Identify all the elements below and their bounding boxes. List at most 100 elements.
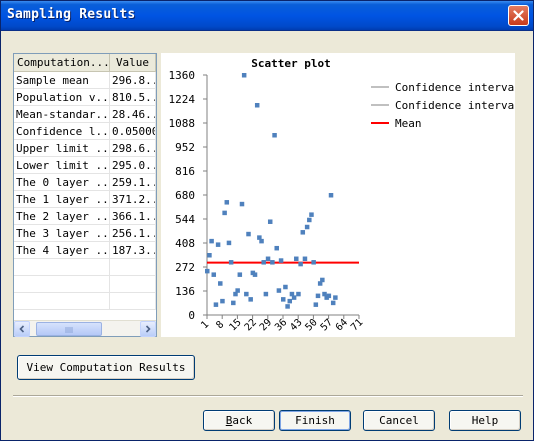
y-tick-label: 680 bbox=[175, 189, 195, 202]
data-point bbox=[224, 200, 230, 205]
computation-name-cell: The 1 layer ... bbox=[16, 191, 110, 207]
scroll-right-button[interactable] bbox=[140, 320, 156, 337]
value-cell bbox=[110, 293, 156, 309]
value-cell: 295.0... bbox=[110, 157, 156, 173]
data-point bbox=[237, 272, 243, 277]
value-cell bbox=[110, 259, 156, 275]
value-cell: 366.1... bbox=[110, 208, 156, 224]
data-point bbox=[265, 256, 271, 262]
data-point bbox=[302, 256, 308, 262]
table-row[interactable]: Confidence l... 0.05000 bbox=[14, 123, 156, 140]
x-tick-label: 15 bbox=[227, 317, 243, 333]
computation-name-cell: Sample mean bbox=[14, 72, 110, 88]
computation-name-cell: The 4 layer ... bbox=[16, 242, 110, 258]
data-point bbox=[207, 253, 212, 258]
y-tick-label: 272 bbox=[175, 261, 195, 274]
table-row[interactable] bbox=[14, 259, 156, 276]
window-title: Sampling Results bbox=[7, 7, 136, 22]
y-tick-label: 1360 bbox=[169, 69, 196, 82]
arrow-right-icon bbox=[145, 324, 151, 333]
title-bar[interactable]: Sampling Results bbox=[1, 1, 533, 31]
data-point bbox=[205, 268, 210, 274]
computation-name-cell bbox=[14, 259, 110, 275]
y-tick-label: 544 bbox=[175, 213, 195, 226]
back-button[interactable]: Back bbox=[203, 410, 275, 431]
y-tick-label: 1088 bbox=[169, 117, 196, 130]
table-row[interactable]: Sample mean296.8... bbox=[14, 72, 156, 89]
value-cell: 28.46... bbox=[110, 106, 156, 122]
data-point bbox=[309, 212, 314, 217]
x-tick-label: 36 bbox=[273, 317, 289, 333]
data-point bbox=[296, 291, 301, 297]
table-row[interactable]: Upper limit ...298.6... bbox=[14, 140, 156, 157]
data-point bbox=[213, 302, 219, 307]
horizontal-scrollbar[interactable] bbox=[14, 320, 156, 337]
table-row[interactable]: The 2 layer ...366.1... bbox=[14, 208, 156, 225]
table-row[interactable]: Population v...810.5... bbox=[14, 89, 156, 106]
column-header-value[interactable]: Value bbox=[110, 54, 156, 72]
column-header-computation[interactable]: Computation... bbox=[14, 54, 110, 72]
data-point bbox=[315, 293, 321, 299]
grip-icon bbox=[65, 326, 73, 333]
close-button[interactable] bbox=[508, 5, 529, 26]
data-point bbox=[311, 260, 316, 265]
table-row[interactable] bbox=[14, 276, 156, 293]
table-row[interactable]: The 0 layer ...259.1... bbox=[14, 174, 156, 191]
value-cell: 259.1... bbox=[110, 174, 156, 190]
data-point bbox=[228, 260, 234, 265]
back-label-rest: ack bbox=[232, 414, 253, 427]
legend-label: Confidence interval bbox=[395, 81, 515, 94]
table-row[interactable]: Lower limit ...295.0... bbox=[14, 157, 156, 174]
data-point bbox=[263, 291, 269, 297]
computation-name-cell bbox=[14, 276, 110, 292]
data-point bbox=[320, 277, 325, 283]
data-point bbox=[239, 201, 245, 207]
value-cell bbox=[110, 276, 156, 292]
view-computation-results-button[interactable]: View Computation Results bbox=[17, 355, 195, 380]
data-point bbox=[218, 281, 223, 286]
table-row[interactable]: Mean-standar...28.46... bbox=[14, 106, 156, 123]
data-point bbox=[252, 272, 258, 277]
computation-name-cell: Confidence l... bbox=[16, 123, 110, 139]
scroll-track[interactable] bbox=[30, 321, 140, 337]
y-tick-label: 816 bbox=[175, 165, 195, 178]
data-point bbox=[294, 256, 299, 262]
computation-name-cell: The 2 layer ... bbox=[16, 208, 110, 224]
back-accelerator: B bbox=[225, 414, 233, 427]
data-point bbox=[333, 295, 338, 300]
help-button[interactable]: Help bbox=[449, 410, 521, 431]
x-tick-label: 64 bbox=[334, 317, 350, 333]
x-tick-label: 57 bbox=[319, 317, 335, 333]
value-cell: 371.2... bbox=[110, 191, 156, 207]
x-tick-label: 22 bbox=[243, 317, 259, 333]
y-tick-label: 952 bbox=[175, 141, 195, 154]
table-row[interactable] bbox=[14, 293, 156, 310]
computation-name-cell bbox=[14, 293, 110, 309]
data-point bbox=[235, 288, 240, 293]
arrow-left-icon bbox=[19, 324, 25, 333]
grid-header: Computation... Value bbox=[14, 54, 156, 72]
data-point bbox=[274, 245, 279, 251]
scroll-left-button[interactable] bbox=[14, 320, 30, 337]
table-row[interactable]: The 3 layer ...256.1... bbox=[14, 225, 156, 242]
x-tick-label: 1 bbox=[199, 319, 211, 331]
legend-label: Confidence interval bbox=[395, 99, 515, 112]
computation-name-cell: The 3 layer ... bbox=[16, 225, 110, 241]
table-row[interactable]: The 1 layer ...371.2... bbox=[14, 191, 156, 208]
data-point bbox=[261, 260, 266, 265]
table-row[interactable]: The 4 layer ...187.3... bbox=[14, 242, 156, 259]
close-icon bbox=[513, 10, 524, 21]
value-cell: 298.6... bbox=[110, 140, 156, 156]
data-point bbox=[326, 293, 332, 299]
scroll-thumb[interactable] bbox=[36, 321, 102, 336]
data-point bbox=[220, 298, 225, 304]
data-point bbox=[259, 238, 264, 244]
finish-button[interactable]: Finish bbox=[279, 410, 351, 431]
x-tick-label: 29 bbox=[258, 317, 274, 333]
computation-name-cell: The 0 layer ... bbox=[16, 174, 110, 190]
x-tick-label: 8 bbox=[214, 319, 226, 331]
data-point bbox=[254, 103, 260, 108]
data-point bbox=[244, 291, 249, 297]
cancel-button[interactable]: Cancel bbox=[363, 410, 435, 431]
scatter-chart: Scatter plot0136272408544680816952108812… bbox=[169, 57, 521, 333]
